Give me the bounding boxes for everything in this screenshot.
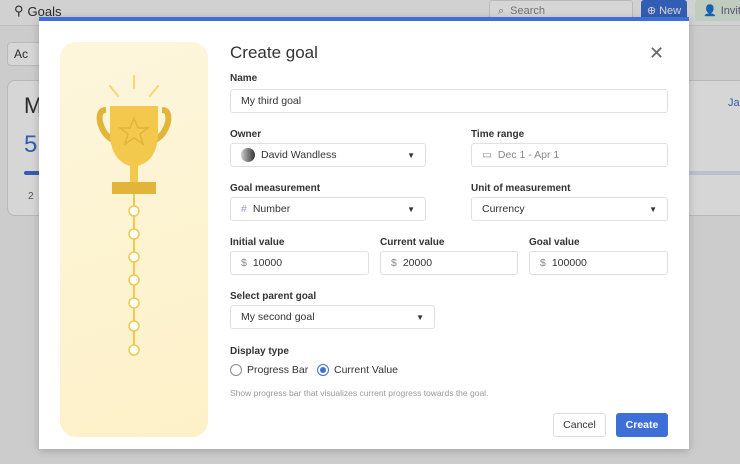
radio-label: Current Value xyxy=(334,364,399,376)
dollar-icon: $ xyxy=(241,257,247,269)
goal-measurement-label: Goal measurement xyxy=(230,183,321,194)
chevron-down-icon: ▼ xyxy=(649,204,657,214)
unit-value: Currency xyxy=(482,203,525,215)
radio-label: Progress Bar xyxy=(247,364,309,376)
current-value-input[interactable]: $20000 xyxy=(380,251,518,275)
chevron-down-icon: ▼ xyxy=(407,150,415,160)
time-range-input[interactable]: ▭ Dec 1 - Apr 1 xyxy=(471,143,668,167)
cancel-button[interactable]: Cancel xyxy=(553,413,606,437)
name-input[interactable]: My third goal xyxy=(230,89,668,113)
goal-measurement-value: Number xyxy=(252,203,291,215)
name-label: Name xyxy=(230,73,258,84)
unit-label: Unit of measurement xyxy=(471,183,571,194)
dollar-icon: $ xyxy=(540,257,546,269)
name-value: My third goal xyxy=(241,95,302,107)
time-range-value: Dec 1 - Apr 1 xyxy=(497,149,560,161)
radio-current-value[interactable]: Current Value xyxy=(317,364,398,376)
owner-label: Owner xyxy=(230,129,262,140)
parent-goal-label: Select parent goal xyxy=(230,291,317,302)
close-icon[interactable]: ✕ xyxy=(649,43,664,64)
hash-icon: # xyxy=(241,203,247,215)
initial-value-label: Initial value xyxy=(230,237,285,248)
time-range-label: Time range xyxy=(471,129,525,140)
parent-goal-value: My second goal xyxy=(241,311,315,323)
radio-circle[interactable] xyxy=(230,364,242,376)
goal-measurement-select[interactable]: # Number ▼ xyxy=(230,197,426,221)
avatar xyxy=(241,148,255,162)
chevron-down-icon: ▼ xyxy=(416,312,424,322)
dollar-icon: $ xyxy=(391,257,397,269)
create-button[interactable]: Create xyxy=(616,413,668,437)
display-type-label: Display type xyxy=(230,346,289,357)
goal-value-input[interactable]: $100000 xyxy=(529,251,668,275)
initial-value: 10000 xyxy=(252,257,283,269)
unit-select[interactable]: Currency ▼ xyxy=(471,197,668,221)
create-goal-dialog: Create goal ✕ Name My third goal Owner D… xyxy=(39,17,689,449)
calendar-icon: ▭ xyxy=(482,149,492,161)
trophy-icon xyxy=(96,75,172,356)
parent-goal-select[interactable]: My second goal ▼ xyxy=(230,305,435,329)
initial-value-input[interactable]: $10000 xyxy=(230,251,369,275)
dialog-title: Create goal xyxy=(230,43,318,62)
trophy-illustration xyxy=(60,42,208,437)
radio-progress-bar[interactable]: Progress Bar xyxy=(230,364,308,376)
owner-select[interactable]: David Wandless ▼ xyxy=(230,143,426,167)
goal-value-label: Goal value xyxy=(529,237,580,248)
display-type-hint: Show progress bar that visualizes curren… xyxy=(230,388,489,398)
goal-value: 100000 xyxy=(551,257,587,269)
owner-value: David Wandless xyxy=(261,149,337,161)
current-value: 20000 xyxy=(402,257,433,269)
radio-circle-selected[interactable] xyxy=(317,364,329,376)
chevron-down-icon: ▼ xyxy=(407,204,415,214)
current-value-label: Current value xyxy=(380,237,445,248)
